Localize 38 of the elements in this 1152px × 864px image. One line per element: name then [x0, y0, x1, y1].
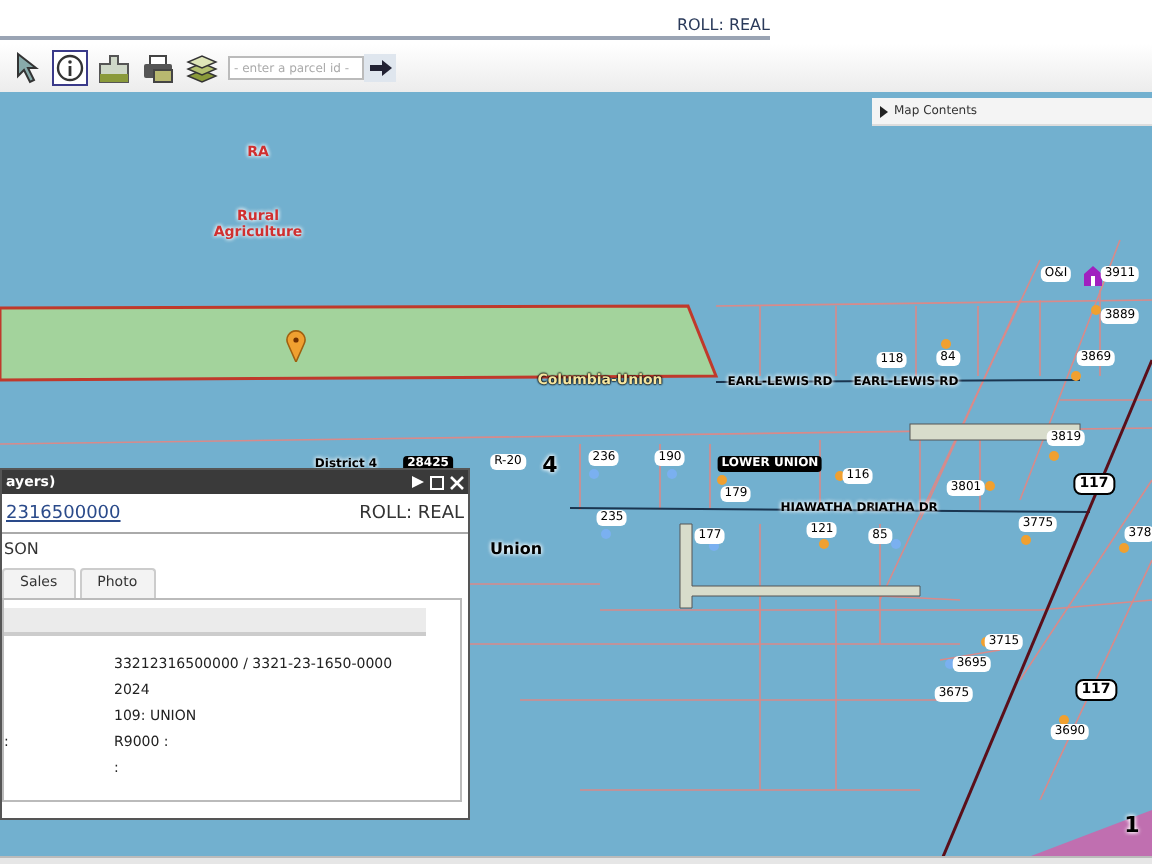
- play-icon[interactable]: [412, 476, 424, 488]
- toolbar-button[interactable]: [140, 50, 176, 86]
- address-point: [589, 469, 599, 479]
- printer-icon: [142, 53, 174, 83]
- address-point: [717, 475, 727, 485]
- toolbar-button[interactable]: [184, 50, 220, 86]
- roll-label: ROLL: REAL: [676, 16, 770, 36]
- house-icon: [1084, 266, 1102, 286]
- address-point: [601, 529, 611, 539]
- address-point: [1059, 715, 1069, 725]
- ruler-icon: [98, 53, 130, 83]
- parcel-link[interactable]: 2316500000: [6, 502, 121, 529]
- toolbar-button[interactable]: [96, 50, 132, 86]
- info-icon: [56, 54, 84, 82]
- layers-icon: [186, 53, 218, 83]
- arrow-right-icon: [369, 60, 391, 76]
- close-icon[interactable]: [450, 475, 464, 489]
- owner-name: SON: [2, 537, 39, 561]
- toolbar-button[interactable]: [52, 50, 88, 86]
- maximize-icon[interactable]: [430, 475, 444, 489]
- address-point: [1049, 451, 1059, 461]
- address-point: [667, 469, 677, 479]
- map-label: Union: [489, 538, 543, 562]
- map-label: 1: [1124, 809, 1140, 842]
- address-point: [1021, 535, 1031, 545]
- map-label: 4: [542, 449, 558, 482]
- address-point: [941, 339, 951, 349]
- address-point: [891, 539, 901, 549]
- search-go-button[interactable]: [364, 54, 396, 82]
- pointer-icon: [12, 52, 40, 84]
- location-pin-icon: [286, 330, 306, 362]
- address-point: [819, 539, 829, 549]
- address-point: [1091, 305, 1101, 315]
- caret-icon: [880, 105, 888, 117]
- popup-roll-label: ROLL: REAL: [359, 502, 464, 528]
- address-point: [985, 481, 995, 491]
- address-point: [1071, 371, 1081, 381]
- address-point: [1119, 543, 1129, 553]
